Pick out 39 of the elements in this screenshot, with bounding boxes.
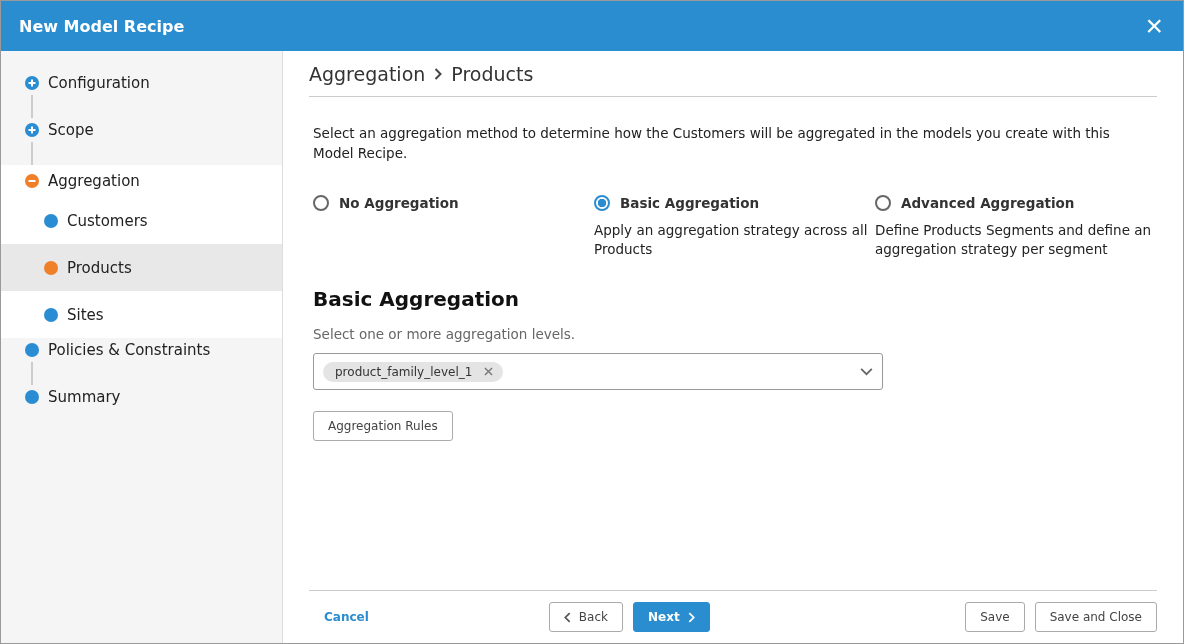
sidebar-item[interactable]: Products bbox=[1, 244, 282, 291]
sidebar-item[interactable]: Aggregation bbox=[1, 165, 282, 197]
radio-button[interactable] bbox=[313, 195, 329, 211]
expand-icon[interactable] bbox=[25, 123, 39, 137]
expand-icon[interactable] bbox=[25, 76, 39, 90]
sidebar-item[interactable]: Policies & Constraints bbox=[1, 338, 282, 362]
save-button[interactable]: Save bbox=[965, 602, 1025, 632]
cancel-link[interactable]: Cancel bbox=[324, 610, 369, 624]
chevron-right-icon bbox=[687, 611, 695, 623]
option-description: Apply an aggregation strategy across all Products bbox=[594, 221, 869, 259]
window-title: New Model Recipe bbox=[19, 16, 185, 36]
breadcrumb-item: Aggregation bbox=[309, 62, 426, 85]
radio-button[interactable] bbox=[875, 195, 891, 211]
collapse-icon[interactable] bbox=[25, 174, 39, 188]
sidebar-item[interactable]: Configuration bbox=[1, 71, 282, 95]
option-description: Define Products Segments and define an aggregation strategy per segment bbox=[875, 221, 1153, 259]
radio-button[interactable] bbox=[594, 195, 610, 211]
aggregation-rules-button[interactable]: Aggregation Rules bbox=[313, 411, 453, 441]
intro-text: Select an aggregation method to determine how the Customers will be aggregated in the models you create with this Model Recipe. bbox=[313, 124, 1111, 163]
sidebar-item[interactable]: Scope bbox=[1, 118, 282, 142]
chevron-down-icon[interactable] bbox=[860, 367, 873, 376]
sidebar-item[interactable]: Summary bbox=[1, 385, 282, 409]
next-button[interactable]: Next bbox=[632, 602, 710, 632]
chevron-right-icon bbox=[434, 67, 443, 80]
tag-label: product_family_level_1 bbox=[335, 364, 473, 379]
breadcrumb-item: Products bbox=[451, 62, 534, 85]
radio-option[interactable]: Advanced Aggregation bbox=[875, 195, 1153, 211]
section-title: Basic Aggregation bbox=[313, 287, 521, 311]
radio-option[interactable]: Basic Aggregation bbox=[594, 195, 875, 211]
radio-option[interactable]: No Aggregation bbox=[313, 195, 594, 211]
sidebar-item[interactable]: Sites bbox=[1, 291, 282, 338]
remove-icon[interactable] bbox=[484, 367, 494, 376]
multiselect-field[interactable]: product_family_level_1 bbox=[313, 353, 883, 390]
sidebar-item[interactable]: Customers bbox=[1, 197, 282, 244]
close-button[interactable]: × bbox=[1141, 11, 1167, 41]
hint-text: Select one or more aggregation levels. bbox=[313, 326, 577, 342]
save-and-close-button[interactable]: Save and Close bbox=[1034, 602, 1157, 632]
back-button[interactable]: Back bbox=[548, 602, 623, 632]
chevron-left-icon bbox=[563, 611, 571, 623]
